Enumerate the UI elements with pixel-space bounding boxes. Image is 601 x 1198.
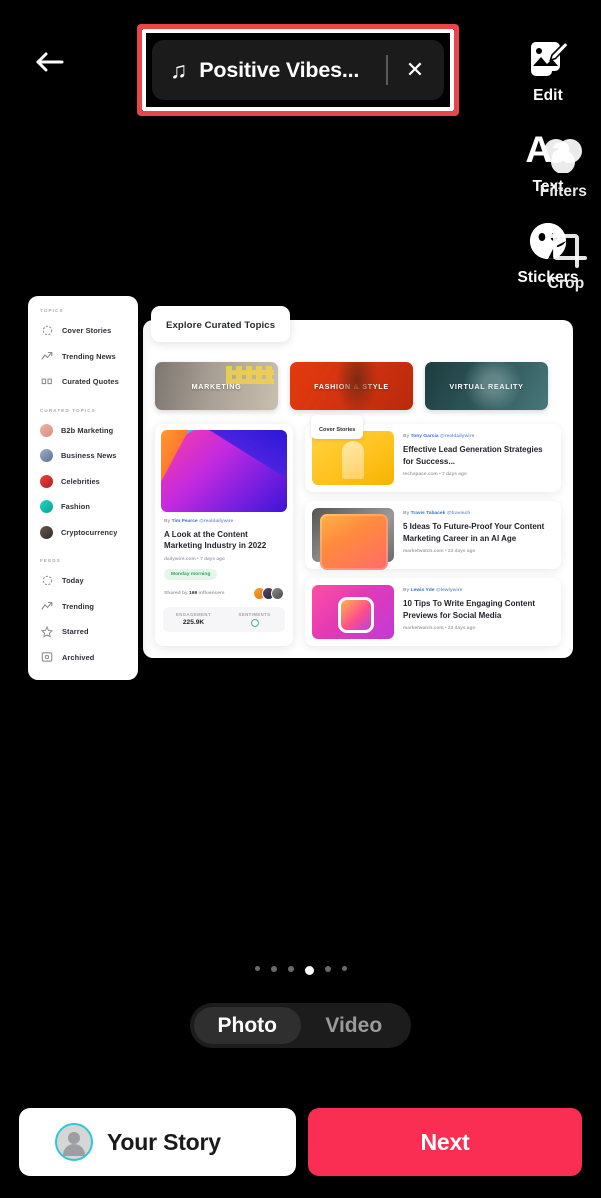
star-icon xyxy=(40,625,54,639)
page-dot[interactable] xyxy=(341,966,347,971)
sidebar-item-starred[interactable]: Starred xyxy=(28,619,138,645)
avatar-icon xyxy=(40,449,53,463)
article-source: techspace.com • 7 days ago xyxy=(403,472,467,478)
topic-card-row: MARKETING FASHION & STYLE VIRTUAL REALIT… xyxy=(155,362,548,410)
annotation-highlight xyxy=(137,24,459,116)
feature-article-card[interactable]: By Tim Pearce @realdailywire A Look at t… xyxy=(155,424,293,646)
sidebar-item-business-news[interactable]: Business News xyxy=(28,443,138,469)
topic-card[interactable]: VIRTUAL REALITY xyxy=(425,362,548,410)
quote-icon xyxy=(40,375,54,389)
annotation-inner-border xyxy=(142,29,454,111)
edit-image-icon xyxy=(527,36,569,82)
sidebar-item-fashion[interactable]: Fashion xyxy=(28,494,138,520)
sidebar-item-trending[interactable]: Trending xyxy=(28,594,138,620)
avatar-icon xyxy=(40,474,53,488)
tool-filters[interactable]: Filters xyxy=(540,132,587,201)
article-title: 5 Ideas To Future-Proof Your Content Mar… xyxy=(403,522,545,543)
tool-label: Filters xyxy=(539,183,587,200)
cover-stories-chip[interactable]: Cover Stories xyxy=(311,415,364,439)
avatar-icon xyxy=(40,423,53,437)
avatar xyxy=(271,586,284,600)
next-label: Next xyxy=(420,1128,470,1155)
article-author: By Tim Pearce @realdailywire xyxy=(164,519,234,524)
page-dot-active[interactable] xyxy=(304,966,314,975)
article-tag: Monday morning xyxy=(164,568,218,580)
sidebar-item-today[interactable]: Today xyxy=(28,568,138,594)
sidebar-item-trending-news[interactable]: Trending News xyxy=(28,344,138,370)
tool-edit[interactable]: Edit xyxy=(527,36,569,105)
page-dot[interactable] xyxy=(287,966,294,972)
story-media-preview[interactable]: Explore Curated Topics MARKETING FASHION… xyxy=(0,296,601,682)
your-story-label: Your Story xyxy=(107,1128,221,1155)
trend-arrow-icon xyxy=(40,349,54,363)
sidebar-item-celebrities[interactable]: Celebrities xyxy=(28,469,138,495)
page-dot[interactable] xyxy=(254,966,260,971)
sidebar-item-archived[interactable]: Archived xyxy=(28,645,138,671)
filters-circles-icon xyxy=(540,132,586,178)
tab-explore-curated-topics[interactable]: Explore Curated Topics xyxy=(151,306,291,342)
sidebar-item-b2b-marketing[interactable]: B2b Marketing xyxy=(28,418,138,444)
page-dot[interactable] xyxy=(270,966,277,972)
stat-sentiments: SENTIMENTS xyxy=(224,607,285,632)
article-source: dailywire.com • 7 days ago xyxy=(164,556,225,562)
avatar-icon xyxy=(40,525,53,539)
avatar xyxy=(55,1123,93,1161)
article-title: Effective Lead Generation Strategies for… xyxy=(403,445,543,466)
topic-card[interactable]: MARKETING xyxy=(155,362,278,410)
tool-rail: Edit Aa Text Stickers xyxy=(509,36,587,309)
your-story-button[interactable]: Your Story xyxy=(19,1108,296,1176)
next-button[interactable]: Next xyxy=(308,1108,582,1176)
article-list: Cover Stories By Tony Garcia @realdailyw… xyxy=(305,415,561,655)
sidebar-item-cover-stories[interactable]: Cover Stories xyxy=(28,318,138,344)
article-title: A Look at the Content Marketing Industry… xyxy=(164,530,267,551)
archive-box-icon xyxy=(40,650,54,664)
sentiment-indicator-icon xyxy=(250,618,259,627)
bottom-action-bar: Your Story Next xyxy=(19,1108,582,1176)
sidebar-item-curated-quotes[interactable]: Curated Quotes xyxy=(28,369,138,395)
tab-video[interactable]: Video xyxy=(301,1007,408,1044)
avatar-group xyxy=(253,586,284,600)
shared-by-row: Shared by 169 influencers xyxy=(164,586,284,600)
article-thumbnail xyxy=(161,430,287,512)
crop-icon xyxy=(545,224,587,270)
back-button[interactable] xyxy=(30,48,70,76)
tool-label: Crop xyxy=(547,275,585,292)
article-thumbnail xyxy=(312,508,394,570)
list-item[interactable]: By Lewis Yde @lewlywire 10 Tips To Write… xyxy=(305,578,561,646)
list-item[interactable]: By Travis Tabacek @travisch 5 Ideas To F… xyxy=(305,501,561,570)
article-author: By Tony Garcia @realdailywire xyxy=(403,434,475,439)
avatar-icon xyxy=(40,500,53,514)
tab-photo[interactable]: Photo xyxy=(194,1007,301,1044)
back-arrow-icon xyxy=(35,51,65,73)
article-author: By Lewis Yde @lewlywire xyxy=(403,588,463,593)
stat-engagement: ENGAGEMENT 225.9K xyxy=(175,612,211,627)
article-source: marketwatch.com • 23 days ago xyxy=(403,549,476,555)
page-dot[interactable] xyxy=(324,966,331,972)
trend-arrow-icon xyxy=(40,599,54,613)
tool-crop[interactable]: Crop xyxy=(545,224,587,293)
article-thumbnail xyxy=(312,585,394,639)
mode-toggle: Photo Video xyxy=(190,1003,411,1048)
sidebar-item-cryptocurrency[interactable]: Cryptocurrency xyxy=(28,520,138,546)
topic-card[interactable]: FASHION & STYLE xyxy=(290,362,413,410)
article-source: marketwatch.com • 23 days ago xyxy=(403,626,476,632)
sidebar-group-title: FEEDS xyxy=(40,558,61,563)
pagination-dots xyxy=(0,966,601,975)
app-main-panel: Explore Curated Topics MARKETING FASHION… xyxy=(143,306,573,658)
sidebar-group-title: TOPICS xyxy=(40,308,64,313)
article-title: 10 Tips To Write Engaging Content Previe… xyxy=(403,599,536,620)
tool-label: Edit xyxy=(533,87,563,104)
article-stats: ENGAGEMENT 225.9K SENTIMENTS xyxy=(163,606,285,632)
article-author: By Travis Tabacek @travisch xyxy=(403,511,471,516)
app-sidebar: TOPICS Cover Stories Trending News Curat… xyxy=(28,296,138,680)
dashed-circle-icon xyxy=(40,574,54,588)
article-thumbnail xyxy=(312,431,394,485)
sidebar-group-title: CURATED TOPICS xyxy=(40,407,96,413)
dashed-circle-icon xyxy=(40,324,54,338)
